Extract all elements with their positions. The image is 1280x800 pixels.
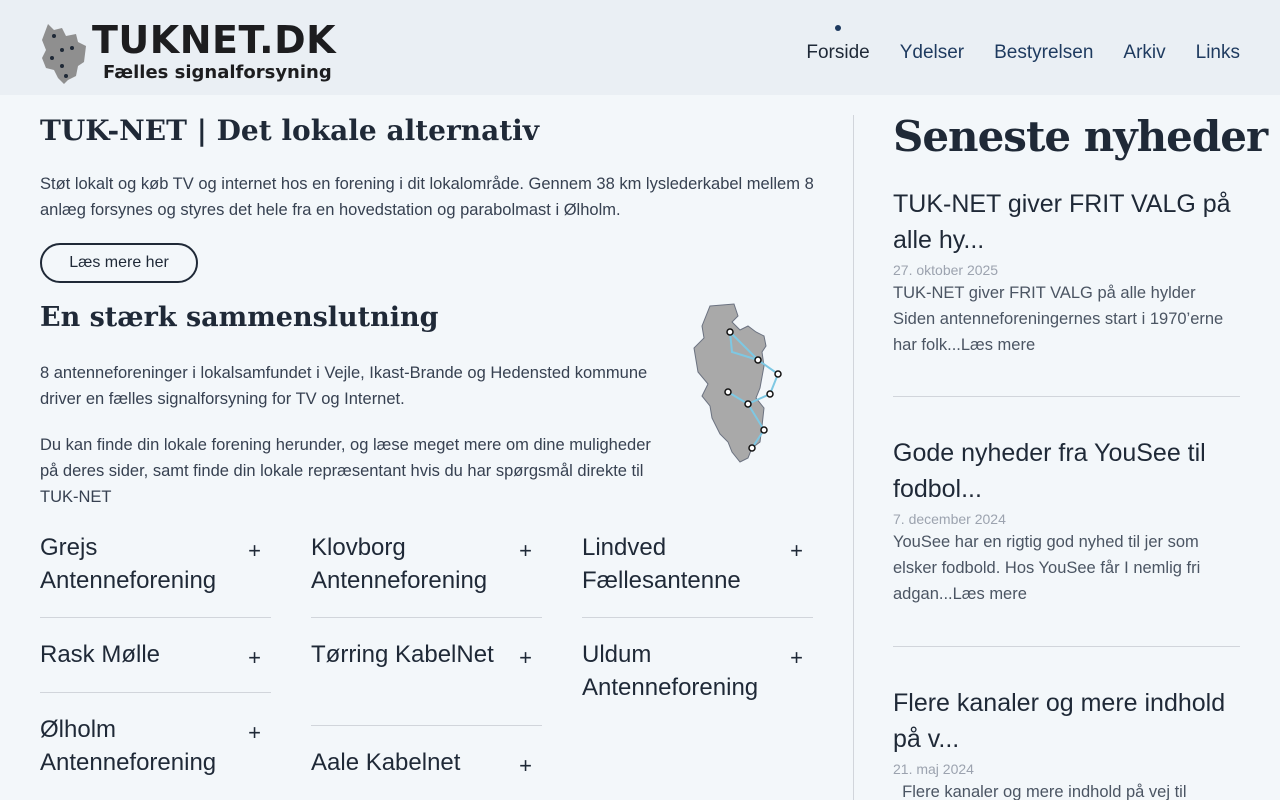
news-title-link[interactable]: TUK-NET giver FRIT VALG på alle hy... bbox=[893, 186, 1240, 258]
main-nav: Forside Ydelser Bestyrelsen Arkiv Links bbox=[806, 25, 1240, 64]
nav-label: Links bbox=[1195, 42, 1240, 63]
accordion-aale[interactable]: Aale Kabelnet + bbox=[311, 746, 542, 800]
column-divider bbox=[853, 115, 854, 800]
nav-ydelser[interactable]: Ydelser bbox=[900, 42, 964, 64]
nav-label: Ydelser bbox=[899, 42, 965, 63]
accordion-title: Lindved Fællesantenne bbox=[582, 534, 741, 594]
news-heading: Seneste nyheder bbox=[893, 112, 1268, 161]
accordion-rask-molle[interactable]: Rask Mølle + bbox=[40, 638, 271, 693]
accordion-title: Klovborg Antenneforening bbox=[311, 534, 488, 594]
expand-plus-icon[interactable]: + bbox=[519, 647, 532, 669]
map-logo-icon bbox=[42, 24, 86, 84]
logo-title: TUKNET.DK bbox=[92, 18, 337, 62]
expand-plus-icon[interactable]: + bbox=[248, 540, 261, 562]
accordion-title: Uldum Antenneforening bbox=[582, 641, 759, 701]
accordion-title: Rask Mølle bbox=[40, 641, 161, 668]
news-item: TUK-NET giver FRIT VALG på alle hy... 27… bbox=[893, 186, 1240, 358]
news-divider bbox=[893, 646, 1240, 647]
expand-plus-icon[interactable]: + bbox=[790, 647, 803, 669]
news-title-link[interactable]: Gode nyheder fra YouSee til fodbol... bbox=[893, 435, 1240, 507]
page-title: TUK-NET | Det lokale alternativ bbox=[40, 114, 540, 147]
news-date: 7. december 2024 bbox=[893, 511, 1006, 527]
accordion-title: Ølholm Antenneforening bbox=[40, 716, 217, 776]
news-date: 27. oktober 2025 bbox=[893, 262, 999, 278]
nav-label: Bestyrelsen bbox=[994, 42, 1094, 63]
nav-arkiv[interactable]: Arkiv bbox=[1123, 42, 1165, 64]
expand-plus-icon[interactable]: + bbox=[519, 755, 532, 777]
news-item: Flere kanaler og mere indhold på v... 21… bbox=[893, 685, 1240, 800]
news-excerpt[interactable]: Flere kanaler og mere indhold på vej til bbox=[893, 779, 1240, 800]
nav-forside[interactable]: Forside bbox=[806, 25, 870, 64]
section-title: En stærk sammenslutning bbox=[40, 302, 439, 333]
association-intro-text: 8 antenneforeninger i lokalsamfundet i V… bbox=[40, 364, 648, 408]
expand-plus-icon[interactable]: + bbox=[790, 540, 803, 562]
nav-label: Arkiv bbox=[1123, 42, 1166, 63]
news-date: 21. maj 2024 bbox=[893, 761, 974, 777]
accordion-grejs[interactable]: Grejs Antenneforening + bbox=[40, 531, 271, 618]
site-header: TUKNET.DK Fælles signalforsyning Forside… bbox=[0, 0, 1280, 95]
accordion-title: Aale Kabelnet bbox=[311, 749, 461, 776]
accordion-klovborg[interactable]: Klovborg Antenneforening + bbox=[311, 531, 542, 618]
association-help-text: Du kan finde din lokale forening herunde… bbox=[40, 436, 651, 506]
accordion-title: Grejs Antenneforening bbox=[40, 534, 217, 594]
nav-label: Forside bbox=[806, 42, 870, 63]
expand-plus-icon[interactable]: + bbox=[248, 647, 261, 669]
logo-subtitle: Fælles signalforsyning bbox=[103, 62, 332, 83]
read-more-button[interactable]: Læs mere her bbox=[40, 243, 198, 283]
news-excerpt[interactable]: YouSee har en rigtig god nyhed til jer s… bbox=[893, 529, 1240, 607]
news-item: Gode nyheder fra YouSee til fodbol... 7.… bbox=[893, 435, 1240, 607]
accordion-olholm[interactable]: Ølholm Antenneforening + bbox=[40, 713, 271, 800]
region-map-illustration bbox=[693, 303, 782, 463]
news-divider bbox=[893, 396, 1240, 397]
active-indicator-dot bbox=[835, 25, 842, 31]
nav-links[interactable]: Links bbox=[1196, 42, 1240, 64]
intro-text: Støt lokalt og køb TV og internet hos en… bbox=[40, 175, 814, 219]
accordion-uldum[interactable]: Uldum Antenneforening + bbox=[582, 638, 813, 725]
accordion-title: Tørring KabelNet bbox=[311, 641, 494, 668]
accordion-torring[interactable]: Tørring KabelNet + bbox=[311, 638, 542, 726]
site-logo[interactable]: TUKNET.DK Fælles signalforsyning bbox=[40, 18, 340, 88]
accordion-lindved[interactable]: Lindved Fællesantenne + bbox=[582, 531, 813, 618]
nav-bestyrelsen[interactable]: Bestyrelsen bbox=[994, 42, 1093, 64]
news-title-link[interactable]: Flere kanaler og mere indhold på v... bbox=[893, 685, 1240, 757]
expand-plus-icon[interactable]: + bbox=[248, 722, 261, 744]
news-excerpt[interactable]: TUK-NET giver FRIT VALG på alle hylder S… bbox=[893, 280, 1240, 358]
expand-plus-icon[interactable]: + bbox=[519, 540, 532, 562]
